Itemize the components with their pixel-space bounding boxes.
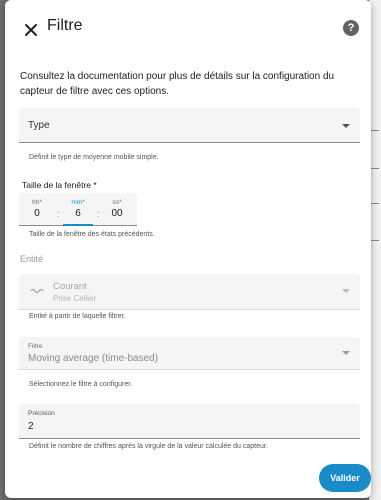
entity-picker[interactable]: Courant Prise Cellier (19, 274, 360, 310)
filter-select[interactable]: Filtre Moving average (time-based) (19, 337, 360, 370)
window-size-label: Taille de la fenêtre * (22, 180, 97, 190)
background-text-fragment (371, 168, 379, 169)
background-text-fragment (371, 240, 379, 241)
entity-name: Courant (53, 281, 87, 292)
precision-value: 2 (28, 421, 34, 432)
type-select[interactable]: Type (19, 108, 360, 143)
seconds-field[interactable]: ss* 00 (102, 193, 132, 225)
flash-icon (30, 288, 44, 294)
type-helper-text: Définit le type de moyenne mobile simple… (29, 154, 159, 161)
minutes-value: 6 (75, 208, 81, 219)
filter-label: Filtre (28, 343, 43, 350)
filter-dialog: Filtre ? Consultez la documentation pour… (5, 0, 371, 498)
hours-label: hh* (32, 199, 42, 206)
entity-subtitle: Prise Cellier (53, 294, 97, 303)
close-button[interactable] (20, 19, 42, 41)
seconds-label: ss* (112, 199, 122, 206)
time-separator: : (97, 209, 100, 219)
chevron-down-icon (342, 351, 350, 355)
background-text-fragment (371, 130, 379, 131)
filter-helper-text: Sélectionnez le filtre à configurer. (29, 381, 133, 388)
window-duration-input: hh* 0 : mm* 6 : ss* 00 (19, 193, 137, 226)
precision-helper-text: Définit le nombre de chiffres après la v… (29, 443, 268, 450)
close-icon (25, 24, 37, 36)
window-helper-text: Taille de la fenêtre des états précédent… (29, 231, 155, 238)
entity-section-label: Entité (20, 254, 44, 264)
chevron-down-icon (342, 124, 350, 128)
hours-field[interactable]: hh* 0 (22, 193, 52, 225)
help-icon[interactable]: ? (343, 20, 359, 36)
background-text-fragment (371, 203, 379, 204)
filter-value: Moving average (time-based) (28, 353, 159, 364)
type-select-label: Type (28, 120, 50, 131)
precision-label: Précision (28, 410, 55, 417)
dialog-title: Filtre (47, 17, 83, 34)
seconds-value: 00 (111, 208, 123, 219)
dialog-intro-text: Consultez la documentation pour plus de … (20, 71, 335, 97)
hours-value: 0 (34, 208, 40, 219)
time-separator: : (57, 209, 60, 219)
chevron-down-icon (342, 289, 350, 293)
entity-helper-text: Entité à partir de laquelle filtrer. (29, 313, 126, 320)
precision-input[interactable]: Précision 2 (19, 404, 360, 439)
minutes-field[interactable]: mm* 6 (63, 193, 93, 226)
submit-button[interactable]: Valider (319, 464, 371, 492)
minutes-label: mm* (71, 199, 85, 206)
